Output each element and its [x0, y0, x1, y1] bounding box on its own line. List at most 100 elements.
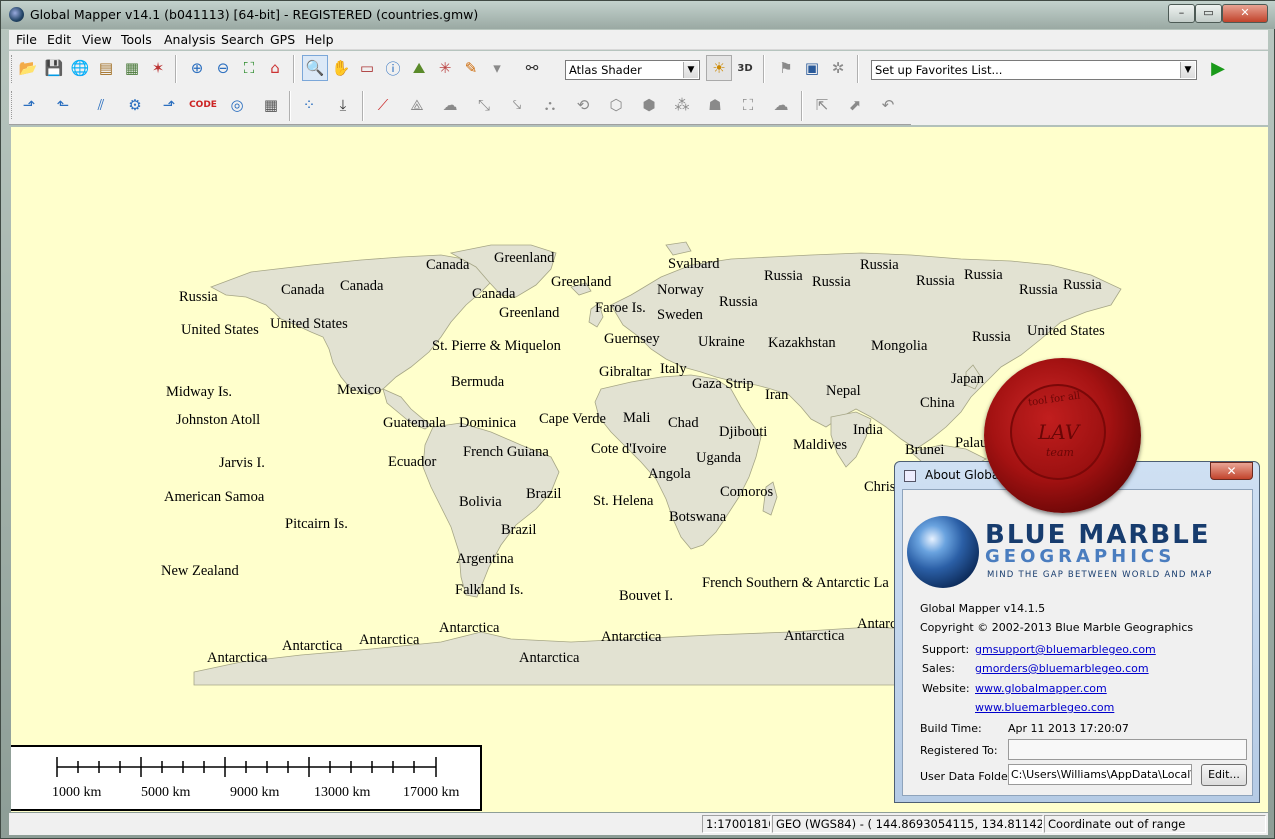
save-icon[interactable]: 💾	[41, 55, 67, 81]
chevron-down-icon[interactable]: ▼	[1180, 62, 1195, 78]
move-icon[interactable]: ⤓	[330, 92, 356, 118]
menu-gps[interactable]: GPS	[270, 32, 295, 47]
home-icon[interactable]: ⌂	[262, 55, 288, 81]
circles-icon[interactable]: ◎	[224, 92, 250, 118]
info-icon[interactable]: ⓘ	[380, 55, 406, 81]
layers-icon[interactable]: ▤	[93, 55, 119, 81]
map-label: Svalbard	[668, 256, 720, 272]
support-email-link[interactable]: gmsupport@bluemarblegeo.com	[975, 643, 1156, 656]
map-label: Comoros	[720, 484, 774, 500]
open-folder-icon[interactable]: 📂	[15, 55, 41, 81]
website-link-globalmapper[interactable]: www.globalmapper.com	[975, 682, 1107, 695]
disabled-tool-icon[interactable]: ⛶	[735, 92, 761, 118]
website-link-bluemarble[interactable]: www.bluemarblegeo.com	[975, 701, 1114, 714]
grid-icon[interactable]: ▦	[258, 92, 284, 118]
map-label: Kazakhstan	[768, 335, 836, 351]
map-label: French Southern & Antarctic La	[702, 575, 889, 591]
full-view-icon[interactable]: ⛶	[236, 55, 262, 81]
map-label: New Zealand	[161, 563, 239, 579]
snap-icon[interactable]: ⁘	[296, 92, 322, 118]
website-label: Website:	[922, 682, 970, 695]
disabled-tool-icon[interactable]: ⟁	[404, 92, 430, 118]
config-icon[interactable]: ▦	[119, 55, 145, 81]
digitizer-icon[interactable]: ✎	[458, 55, 484, 81]
map-label: Bouvet I.	[619, 588, 673, 604]
select-feature-icon[interactable]: ⬏	[16, 92, 42, 118]
dropdown-arrow-icon[interactable]: ▾	[484, 55, 510, 81]
favorites-select[interactable]: Set up Favorites List... ▼	[871, 60, 1197, 80]
status-scale: 1:170018100	[702, 815, 771, 833]
wax-seal-watermark: tool for all LAV team	[984, 358, 1141, 513]
maximize-button[interactable]: ▭	[1195, 4, 1222, 23]
edit-vertex-icon[interactable]: ⬑	[50, 92, 76, 118]
edit-folder-button[interactable]: Edit...	[1201, 764, 1247, 786]
menu-edit[interactable]: Edit	[47, 32, 71, 47]
globe-icon[interactable]: 🌐	[67, 55, 93, 81]
binoculars-icon[interactable]: ⚯	[519, 55, 545, 81]
map-label: Mali	[623, 410, 651, 426]
map-label: Jarvis I.	[219, 455, 265, 471]
minimize-button[interactable]: –	[1168, 4, 1195, 23]
map-label: Russia	[860, 257, 899, 273]
create-point-icon[interactable]: ⬏	[156, 92, 182, 118]
map-label: Mexico	[337, 382, 382, 398]
disabled-tool-icon[interactable]: ⬢	[636, 92, 662, 118]
sales-email-link[interactable]: gmorders@bluemarblegeo.com	[975, 662, 1149, 675]
create-line-icon[interactable]: ⫽	[88, 92, 114, 118]
map-label: Cape Verde	[539, 411, 606, 427]
disabled-tool-icon[interactable]: ☁	[768, 92, 794, 118]
dialog-close-button[interactable]: ✕	[1210, 462, 1253, 480]
app-window: Global Mapper v14.1 (b041113) [64-bit] -…	[0, 0, 1275, 839]
logo-tagline: MIND THE GAP BETWEEN WORLD AND MAP	[987, 570, 1213, 580]
zoom-in-icon[interactable]: ⊕	[184, 55, 210, 81]
zoom-tool-icon[interactable]: 🔍	[302, 55, 328, 81]
disabled-tool-icon[interactable]: ☁	[437, 92, 463, 118]
path-profile-icon[interactable]: ⛰	[406, 55, 432, 81]
map-label: Italy	[660, 361, 687, 377]
menu-view[interactable]: View	[82, 32, 112, 47]
menu-help[interactable]: Help	[305, 32, 334, 47]
disabled-tool-icon[interactable]: ⤥	[504, 92, 530, 118]
disabled-tool-icon[interactable]: ⬈	[842, 92, 868, 118]
tools-icon[interactable]: ✶	[145, 55, 171, 81]
disabled-tool-icon[interactable]: ⁂	[669, 92, 695, 118]
close-button[interactable]: ✕	[1222, 4, 1268, 23]
code-icon[interactable]: CODE	[189, 92, 217, 118]
map-label: Antarctica	[601, 629, 662, 645]
map-label: United States	[1027, 323, 1105, 339]
map-label: Palau	[955, 435, 988, 451]
measure-icon[interactable]: ▭	[354, 55, 380, 81]
menu-analysis[interactable]: Analysis	[164, 32, 216, 47]
disabled-tool-icon[interactable]: ⬡	[603, 92, 629, 118]
zoom-out-icon[interactable]: ⊖	[210, 55, 236, 81]
chevron-down-icon[interactable]: ▼	[683, 62, 698, 78]
map-label: Greenland	[551, 274, 612, 290]
user-data-folder-field[interactable]: C:\Users\Williams\AppData\Local\GI	[1008, 764, 1192, 785]
disabled-tool-icon[interactable]: ⇱	[809, 92, 835, 118]
disabled-tool-icon[interactable]: ↶	[875, 92, 901, 118]
toolbar-grip[interactable]	[11, 91, 14, 119]
menu-tools[interactable]: Tools	[121, 32, 152, 47]
shader-settings-icon[interactable]: ☀	[706, 55, 732, 81]
document-icon[interactable]: ▣	[799, 55, 825, 81]
menu-file[interactable]: File	[16, 32, 37, 47]
gps-icon[interactable]: ✲	[825, 55, 851, 81]
draw-line-icon[interactable]: ⟋	[370, 92, 396, 118]
pan-hand-icon[interactable]: ✋	[328, 55, 354, 81]
disabled-tool-icon[interactable]: ⟲	[570, 92, 596, 118]
toolbar-grip[interactable]	[11, 55, 14, 83]
disabled-tool-icon[interactable]: ⤡	[471, 92, 497, 118]
seal-top-text: tool for all	[1027, 390, 1081, 409]
play-icon[interactable]: ▶	[1205, 55, 1231, 81]
disabled-tool-icon[interactable]: ☗	[702, 92, 728, 118]
create-area-icon[interactable]: ⚙	[122, 92, 148, 118]
menu-search[interactable]: Search	[221, 32, 264, 47]
map-label: Iran	[765, 387, 789, 403]
shader-select[interactable]: Atlas Shader ▼	[565, 60, 700, 80]
3d-view-icon[interactable]: 3D	[732, 55, 758, 81]
disabled-tool-icon[interactable]: ⛬	[537, 92, 563, 118]
map-label: Sweden	[657, 307, 703, 323]
flag-icon[interactable]: ⚑	[773, 55, 799, 81]
view-shed-icon[interactable]: ✳	[432, 55, 458, 81]
map-label: Midway Is.	[166, 384, 233, 400]
